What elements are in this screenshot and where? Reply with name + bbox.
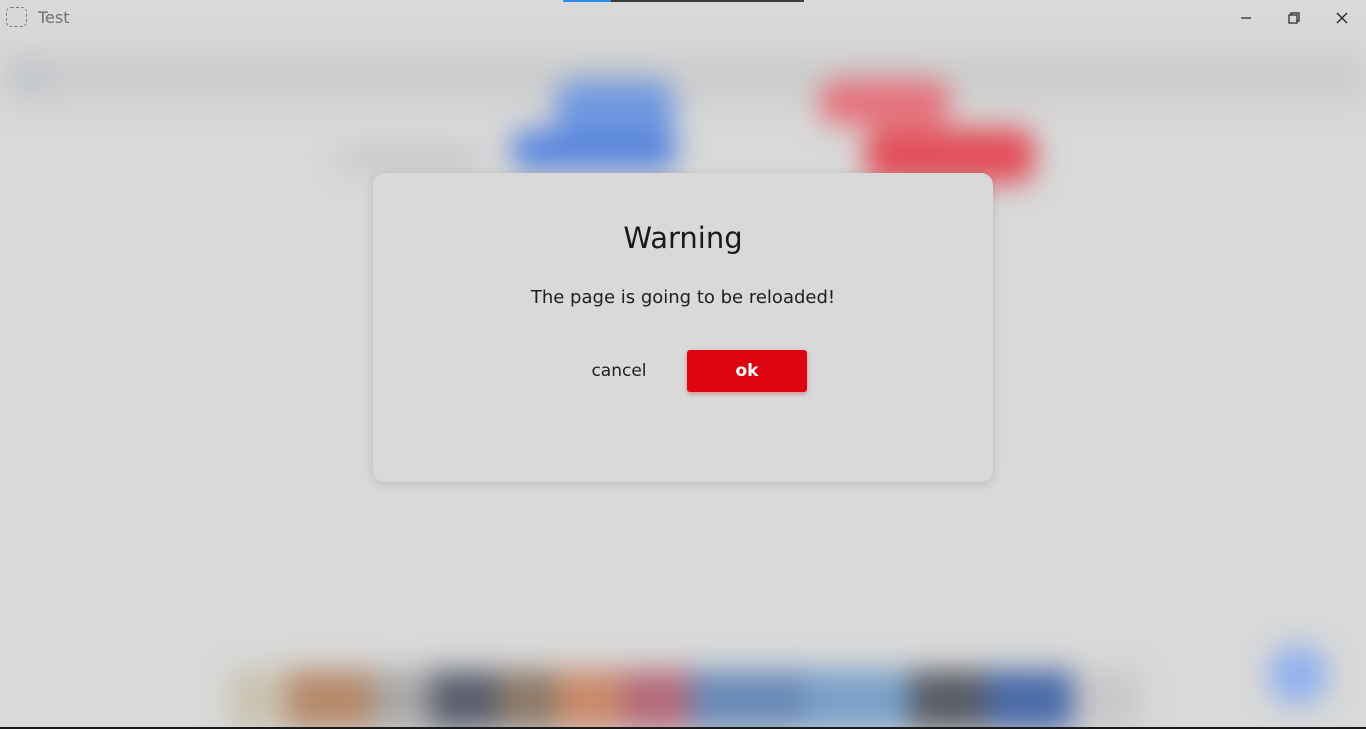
restore-icon — [1288, 12, 1300, 24]
background-header — [0, 50, 1366, 105]
app-icon — [6, 7, 27, 27]
minimize-icon — [1241, 17, 1251, 19]
restore-button[interactable] — [1271, 0, 1317, 36]
window-title: Test — [38, 8, 70, 27]
ok-button[interactable]: ok — [687, 350, 807, 392]
minimize-button[interactable] — [1223, 0, 1269, 36]
loading-progress-bar — [563, 0, 804, 2]
background-red-element — [820, 80, 950, 125]
dialog-message: The page is going to be reloaded! — [530, 287, 836, 308]
loading-progress-fill — [563, 0, 612, 2]
dialog-title: Warning — [623, 221, 743, 255]
background-avatar — [15, 62, 50, 92]
title-bar: Test — [0, 0, 1366, 36]
background-floating-button — [1268, 645, 1328, 705]
close-icon — [1336, 12, 1348, 24]
background-blue-button — [512, 130, 677, 170]
background-label — [340, 148, 480, 170]
background-image-strip — [230, 670, 1140, 729]
warning-dialog: Warning The page is going to be reloaded… — [373, 173, 993, 482]
cancel-button[interactable]: cancel — [558, 350, 680, 392]
app-window: Test Warning The page is going to be rel… — [0, 0, 1366, 729]
close-button[interactable] — [1319, 0, 1365, 36]
